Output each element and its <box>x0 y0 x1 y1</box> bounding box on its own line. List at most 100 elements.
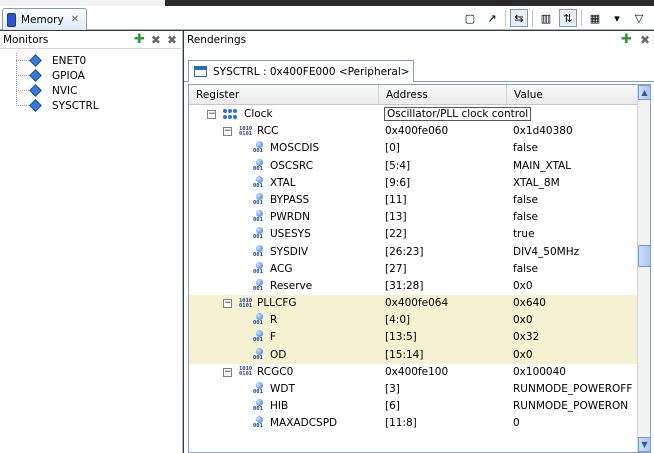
monitor-item-gpioa[interactable]: GPIOA <box>0 68 183 83</box>
collapse-toggle-icon[interactable]: − <box>207 110 216 119</box>
value-cell[interactable]: false <box>513 140 538 157</box>
register-name: PLLCFG <box>257 297 297 310</box>
monitors-pane: Monitors ✚ ✖ ✖ ENET0 GPIOA NVIC SYSCTRL <box>0 31 183 453</box>
bitfield-icon: 001 <box>253 382 265 397</box>
address-cell: 0x400fe100 <box>385 365 449 378</box>
memory-icon <box>7 12 16 27</box>
bitfield-icon: 001 <box>253 158 265 174</box>
column-header-register[interactable]: Register <box>189 85 379 105</box>
table-row-maxadcspd[interactable]: 001 MAXADCSPD [11:8] 0 <box>189 415 638 432</box>
monitors-header: Monitors ✚ ✖ ✖ <box>0 31 183 49</box>
add-rendering-plus-icon[interactable]: ✚ <box>621 33 632 47</box>
remove-monitor-icon[interactable]: ✖ <box>151 33 161 47</box>
value-cell[interactable]: 0x0 <box>513 312 533 329</box>
value-cell[interactable]: 0x100040 <box>513 364 566 381</box>
value-cell[interactable]: false <box>513 192 538 209</box>
value-cell[interactable]: true <box>513 226 535 243</box>
layout-icon[interactable]: ▦ <box>586 9 604 27</box>
table-row-rcc[interactable]: −1010 0101 RCC 0x400fe060 0x1d40380 <box>189 123 638 140</box>
address-cell: [4:0] <box>385 314 411 327</box>
table-row-bypass[interactable]: 001 BYPASS [11] false <box>189 192 638 209</box>
memory-view-tab[interactable]: Memory ✕ <box>2 8 87 30</box>
collapse-toggle-icon[interactable]: − <box>223 127 232 137</box>
monitor-item-sysctrl[interactable]: SYSCTRL <box>0 98 183 113</box>
remove-rendering-icon[interactable]: ✖ <box>640 33 650 47</box>
value-cell[interactable]: DIV4_50MHz <box>513 244 579 261</box>
register-name: Clock <box>244 108 273 120</box>
scroll-thumb[interactable] <box>638 245 650 267</box>
add-monitor-plus-icon[interactable]: ✚ <box>134 33 145 47</box>
table-row-reserve[interactable]: 001 Reserve [31:28] 0x0 <box>189 278 638 295</box>
view-toolbar: ▢ ↗ ⇆ ▥ ⇅ ▦ ▾ ▽ <box>461 8 648 28</box>
table-row-acg[interactable]: 001 ACG [27] false <box>189 261 638 278</box>
column-header-address[interactable]: Address <box>379 85 507 105</box>
register-name: MAXADCSPD <box>270 417 338 430</box>
value-cell[interactable]: 0x0 <box>513 278 533 295</box>
collapse-toggle-icon[interactable]: − <box>223 367 232 377</box>
toggle-split-icon[interactable]: ▥ <box>537 9 555 27</box>
address-cell: 0x400fe060 <box>385 125 449 138</box>
value-cell[interactable]: 0x32 <box>513 329 539 346</box>
description-edit-field[interactable]: Oscillator/PLL clock control <box>384 107 532 121</box>
table-row-wdt[interactable]: 001 WDT [3] RUNMODE_POWEROFF <box>189 381 638 398</box>
vertical-scrollbar[interactable]: ▲ ▼ <box>637 85 650 452</box>
register-table: Register Address Value − Clock Oscillator/… <box>188 84 651 453</box>
bitfield-icon: 001 <box>253 141 265 156</box>
register-name: F <box>270 331 277 344</box>
table-row-hib[interactable]: 001 HIB [6] RUNMODE_POWERON <box>189 398 638 415</box>
register-name: Reserve <box>270 279 313 292</box>
scroll-up-icon[interactable]: ▲ <box>638 85 650 100</box>
minimize-icon[interactable]: ▽ <box>630 9 648 27</box>
address-cell: [31:28] <box>385 279 424 292</box>
new-rendering-icon[interactable]: ▢ <box>461 9 479 27</box>
value-cell[interactable]: RUNMODE_POWEROFF <box>513 381 632 398</box>
value-cell[interactable]: 0x1d40380 <box>513 123 573 140</box>
bitfield-icon: 001 <box>253 227 265 242</box>
sync-icon[interactable]: ⇅ <box>559 9 577 27</box>
table-row-sysdiv[interactable]: 001 SYSDIV [26:23] DIV4_50MHz <box>189 244 638 261</box>
table-row-clock[interactable]: − Clock Oscillator/PLL clock control <box>189 106 638 123</box>
bitfield-icon: 001 <box>253 416 265 431</box>
address-cell: [0] <box>385 142 400 155</box>
address-cell: [6] <box>385 400 400 413</box>
value-cell[interactable]: 0x640 <box>513 295 546 312</box>
table-row-moscdis[interactable]: 001 MOSCDIS [0] false <box>189 140 638 157</box>
remove-all-monitors-icon[interactable]: ✖ <box>167 33 177 47</box>
table-row-f[interactable]: 001 F [13:5] 0x32 <box>189 329 638 347</box>
value-cell[interactable]: RUNMODE_POWERON <box>513 398 628 415</box>
link-rendering-icon[interactable]: ⇆ <box>510 9 528 27</box>
memory-block-icon <box>29 84 42 97</box>
monitor-item-nvic[interactable]: NVIC <box>0 83 183 98</box>
table-row-usesys[interactable]: 001 USESYS [22] true <box>189 226 638 243</box>
export-icon[interactable]: ↗ <box>483 9 501 27</box>
table-row-rcgc0[interactable]: −1010 0101 RCGC0 0x400fe100 0x100040 <box>189 364 638 381</box>
value-cell[interactable]: 0x0 <box>513 347 533 364</box>
rendering-tab-label: SYSCTRL : 0x400FE000 <Peripheral> <box>213 65 410 78</box>
scroll-down-icon[interactable]: ▼ <box>638 437 650 452</box>
address-cell: [9:6] <box>385 176 411 189</box>
value-cell[interactable]: 0 <box>513 415 520 432</box>
register-name: WDT <box>270 383 295 395</box>
register-name: OSCSRC <box>270 159 314 172</box>
value-cell[interactable]: false <box>513 209 538 226</box>
table-row-oscsrc[interactable]: 001 OSCSRC [5:4] MAIN_XTAL <box>189 158 638 175</box>
rendering-tab-sysctrl[interactable]: SYSCTRL : 0x400FE000 <Peripheral> <box>188 60 414 82</box>
monitor-item-enet0[interactable]: ENET0 <box>0 53 183 68</box>
table-row-od[interactable]: 001 OD [15:14] 0x0 <box>189 346 638 364</box>
column-header-value[interactable]: Value <box>507 85 638 105</box>
monitors-tree: ENET0 GPIOA NVIC SYSCTRL <box>0 53 183 113</box>
table-row-pwrdn[interactable]: 001 PWRDN [13] false <box>189 209 638 226</box>
close-tab-icon[interactable]: ✕ <box>71 14 79 25</box>
table-row-r[interactable]: 001 R [4:0] 0x0 <box>189 312 638 330</box>
collapse-toggle-icon[interactable]: − <box>223 299 232 309</box>
value-cell[interactable]: MAIN_XTAL <box>513 158 571 175</box>
view-menu-chevron-down-icon[interactable]: ▾ <box>608 9 626 27</box>
register-name: PWRDN <box>270 211 310 224</box>
value-cell[interactable]: false <box>513 261 538 278</box>
register-name: BYPASS <box>270 193 310 206</box>
bitfield-icon: 001 <box>253 330 265 345</box>
table-row-pllcfg[interactable]: −1010 0101 PLLCFG 0x400fe064 0x640 <box>189 295 638 313</box>
address-cell: [13] <box>385 211 407 224</box>
table-row-xtal[interactable]: 001 XTAL [9:6] XTAL_8M <box>189 175 638 192</box>
value-cell[interactable]: XTAL_8M <box>513 175 560 192</box>
